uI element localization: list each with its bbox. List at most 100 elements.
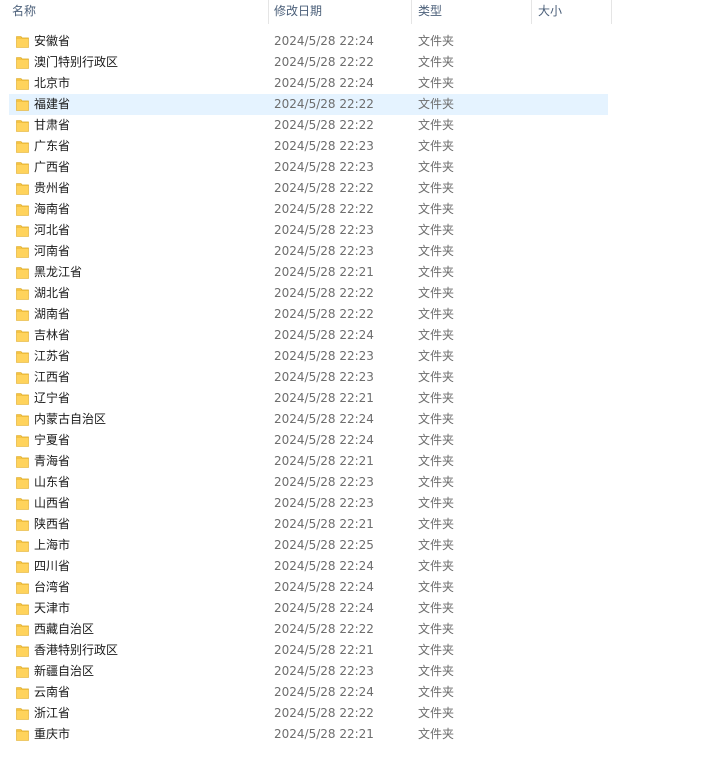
file-name[interactable]: 西藏自治区 (34, 619, 94, 640)
column-header-size[interactable]: 大小 (538, 0, 610, 24)
file-modified-date: 2024/5/28 22:21 (274, 517, 374, 531)
file-row[interactable]: 宁夏省 2024/5/28 22:24 文件夹 (0, 430, 612, 451)
file-row[interactable]: 山西省 2024/5/28 22:23 文件夹 (0, 493, 612, 514)
file-row[interactable]: 上海市 2024/5/28 22:25 文件夹 (0, 535, 612, 556)
file-name[interactable]: 海南省 (34, 199, 70, 220)
file-name[interactable]: 宁夏省 (34, 430, 70, 451)
file-name[interactable]: 山东省 (34, 472, 70, 493)
file-row[interactable]: 湖南省 2024/5/28 22:22 文件夹 (0, 304, 612, 325)
column-header-date[interactable]: 修改日期 (274, 0, 410, 24)
file-row[interactable]: 台湾省 2024/5/28 22:24 文件夹 (0, 577, 612, 598)
file-name[interactable]: 辽宁省 (34, 388, 70, 409)
file-name[interactable]: 澳门特别行政区 (34, 52, 118, 73)
file-row[interactable]: 重庆市 2024/5/28 22:21 文件夹 (0, 724, 612, 745)
file-name[interactable]: 江苏省 (34, 346, 70, 367)
file-name[interactable]: 湖北省 (34, 283, 70, 304)
file-modified-date: 2024/5/28 22:24 (274, 412, 374, 426)
file-row[interactable]: 澳门特别行政区 2024/5/28 22:22 文件夹 (0, 52, 612, 73)
folder-icon (16, 708, 29, 720)
file-name[interactable]: 北京市 (34, 73, 70, 94)
file-type: 文件夹 (418, 391, 455, 405)
file-modified-date: 2024/5/28 22:21 (274, 727, 374, 741)
file-row[interactable]: 西藏自治区 2024/5/28 22:22 文件夹 (0, 619, 612, 640)
file-name[interactable]: 内蒙古自治区 (34, 409, 106, 430)
file-modified-date: 2024/5/28 22:23 (274, 370, 374, 384)
file-row[interactable]: 辽宁省 2024/5/28 22:21 文件夹 (0, 388, 612, 409)
file-name[interactable]: 河南省 (34, 241, 70, 262)
file-row[interactable]: 青海省 2024/5/28 22:21 文件夹 (0, 451, 612, 472)
file-row[interactable]: 吉林省 2024/5/28 22:24 文件夹 (0, 325, 612, 346)
file-name[interactable]: 广东省 (34, 136, 70, 157)
file-row[interactable]: 香港特别行政区 2024/5/28 22:21 文件夹 (0, 640, 612, 661)
file-modified-date: 2024/5/28 22:24 (274, 433, 374, 447)
file-name[interactable]: 贵州省 (34, 178, 70, 199)
column-divider[interactable] (611, 0, 612, 24)
file-modified-date: 2024/5/28 22:24 (274, 580, 374, 594)
file-name[interactable]: 新疆自治区 (34, 661, 94, 682)
file-name[interactable]: 河北省 (34, 220, 70, 241)
file-row[interactable]: 天津市 2024/5/28 22:24 文件夹 (0, 598, 612, 619)
file-name[interactable]: 四川省 (34, 556, 70, 577)
file-row[interactable]: 四川省 2024/5/28 22:24 文件夹 (0, 556, 612, 577)
file-name[interactable]: 青海省 (34, 451, 70, 472)
file-name[interactable]: 重庆市 (34, 724, 70, 745)
file-row[interactable]: 河南省 2024/5/28 22:23 文件夹 (0, 241, 612, 262)
file-type: 文件夹 (418, 265, 455, 279)
file-name[interactable]: 天津市 (34, 598, 70, 619)
file-row[interactable]: 广西省 2024/5/28 22:23 文件夹 (0, 157, 612, 178)
file-row[interactable]: 广东省 2024/5/28 22:23 文件夹 (0, 136, 612, 157)
file-name[interactable]: 江西省 (34, 367, 70, 388)
column-divider[interactable] (268, 0, 269, 24)
column-header-type[interactable]: 类型 (418, 0, 530, 24)
file-name[interactable]: 云南省 (34, 682, 70, 703)
file-modified-date: 2024/5/28 22:24 (274, 328, 374, 342)
file-type: 文件夹 (418, 412, 455, 426)
file-row[interactable]: 内蒙古自治区 2024/5/28 22:24 文件夹 (0, 409, 612, 430)
file-name[interactable]: 广西省 (34, 157, 70, 178)
file-name[interactable]: 吉林省 (34, 325, 70, 346)
file-name[interactable]: 黑龙江省 (34, 262, 82, 283)
file-row[interactable]: 江西省 2024/5/28 22:23 文件夹 (0, 367, 612, 388)
file-name[interactable]: 上海市 (34, 535, 70, 556)
file-row[interactable]: 甘肃省 2024/5/28 22:22 文件夹 (0, 115, 612, 136)
file-row[interactable]: 浙江省 2024/5/28 22:22 文件夹 (0, 703, 612, 724)
file-row[interactable]: 山东省 2024/5/28 22:23 文件夹 (0, 472, 612, 493)
file-type: 文件夹 (418, 559, 455, 573)
file-row[interactable]: 江苏省 2024/5/28 22:23 文件夹 (0, 346, 612, 367)
file-name[interactable]: 甘肃省 (34, 115, 70, 136)
file-name[interactable]: 香港特别行政区 (34, 640, 118, 661)
file-row[interactable]: 云南省 2024/5/28 22:24 文件夹 (0, 682, 612, 703)
file-modified-date: 2024/5/28 22:22 (274, 307, 374, 321)
file-row[interactable]: 福建省 2024/5/28 22:22 文件夹 (0, 94, 612, 115)
file-row[interactable]: 新疆自治区 2024/5/28 22:23 文件夹 (0, 661, 612, 682)
file-row[interactable]: 北京市 2024/5/28 22:24 文件夹 (0, 73, 612, 94)
column-divider[interactable] (531, 0, 532, 24)
file-row[interactable]: 湖北省 2024/5/28 22:22 文件夹 (0, 283, 612, 304)
file-type: 文件夹 (418, 685, 455, 699)
file-row[interactable]: 河北省 2024/5/28 22:23 文件夹 (0, 220, 612, 241)
file-modified-date: 2024/5/28 22:22 (274, 706, 374, 720)
file-name[interactable]: 福建省 (34, 94, 70, 115)
file-type: 文件夹 (418, 55, 455, 69)
file-name[interactable]: 山西省 (34, 493, 70, 514)
file-name[interactable]: 台湾省 (34, 577, 70, 598)
file-row[interactable]: 黑龙江省 2024/5/28 22:21 文件夹 (0, 262, 612, 283)
folder-icon (16, 351, 29, 363)
file-name[interactable]: 浙江省 (34, 703, 70, 724)
file-name[interactable]: 陕西省 (34, 514, 70, 535)
file-row[interactable]: 陕西省 2024/5/28 22:21 文件夹 (0, 514, 612, 535)
file-modified-date: 2024/5/28 22:24 (274, 559, 374, 573)
folder-icon (16, 414, 29, 426)
folder-icon (16, 645, 29, 657)
column-header-name[interactable]: 名称 (12, 0, 268, 24)
column-divider[interactable] (411, 0, 412, 24)
file-modified-date: 2024/5/28 22:21 (274, 643, 374, 657)
folder-icon (16, 477, 29, 489)
file-type: 文件夹 (418, 643, 455, 657)
folder-icon (16, 309, 29, 321)
file-name[interactable]: 安徽省 (34, 31, 70, 52)
file-name[interactable]: 湖南省 (34, 304, 70, 325)
file-row[interactable]: 安徽省 2024/5/28 22:24 文件夹 (0, 31, 612, 52)
file-row[interactable]: 贵州省 2024/5/28 22:22 文件夹 (0, 178, 612, 199)
file-row[interactable]: 海南省 2024/5/28 22:22 文件夹 (0, 199, 612, 220)
